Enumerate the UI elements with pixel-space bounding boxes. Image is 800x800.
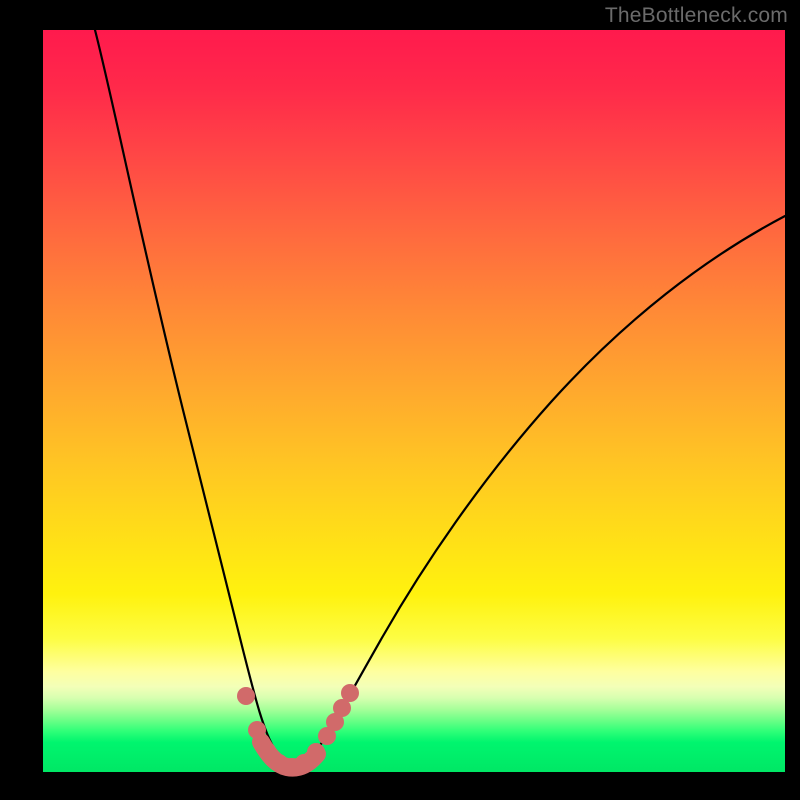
marker-dot: [307, 743, 325, 761]
marker-dot: [237, 687, 255, 705]
bottleneck-curve-svg: [43, 30, 785, 772]
bottleneck-curve: [95, 30, 785, 766]
watermark-text: TheBottleneck.com: [605, 4, 788, 28]
marker-dot: [248, 721, 266, 739]
plot-area: [43, 30, 785, 772]
chart-frame: TheBottleneck.com: [0, 0, 800, 800]
marker-dot: [341, 684, 359, 702]
